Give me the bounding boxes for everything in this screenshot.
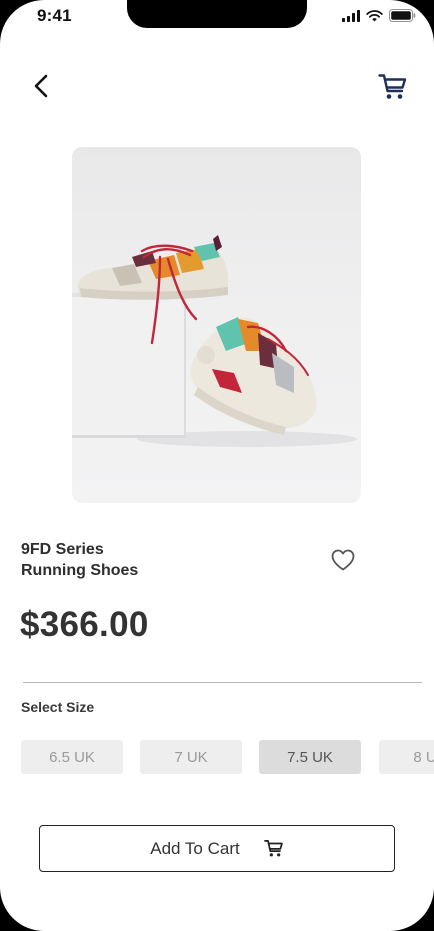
size-option-7-5-uk[interactable]: 7.5 UK [259, 740, 361, 774]
product-price: $366.00 [20, 605, 149, 644]
shopping-cart-icon [263, 839, 283, 857]
shopping-cart-icon [378, 74, 407, 99]
cart-button[interactable] [376, 70, 410, 104]
device-notch [127, 0, 307, 28]
chevron-left-icon [34, 74, 48, 98]
sneaker-bottom [190, 317, 317, 435]
sneakers-illustration [72, 235, 357, 447]
size-option-8-uk[interactable]: 8 UK [379, 740, 434, 774]
app-screen: 9:41 9FD Series Running Shoes $366.00 Se… [0, 0, 434, 931]
heart-outline-icon [331, 549, 355, 571]
product-name: 9FD Series Running Shoes [21, 539, 221, 581]
wifi-icon [366, 9, 383, 21]
section-divider [23, 682, 422, 683]
product-image [72, 147, 361, 503]
add-to-cart-button[interactable]: Add To Cart [39, 825, 395, 872]
status-icons [342, 9, 416, 22]
back-button[interactable] [26, 70, 58, 102]
wishlist-button[interactable] [330, 548, 356, 572]
product-name-line1: 9FD Series [21, 541, 104, 558]
size-option-7-uk[interactable]: 7 UK [140, 740, 242, 774]
status-time: 9:41 [37, 6, 72, 25]
select-size-label: Select Size [21, 699, 95, 715]
size-option-6-5-uk[interactable]: 6.5 UK [21, 740, 123, 774]
product-name-line2: Running Shoes [21, 562, 139, 579]
add-to-cart-label: Add To Cart [150, 838, 240, 858]
cellular-signal-icon [342, 9, 360, 22]
battery-icon [389, 9, 416, 22]
